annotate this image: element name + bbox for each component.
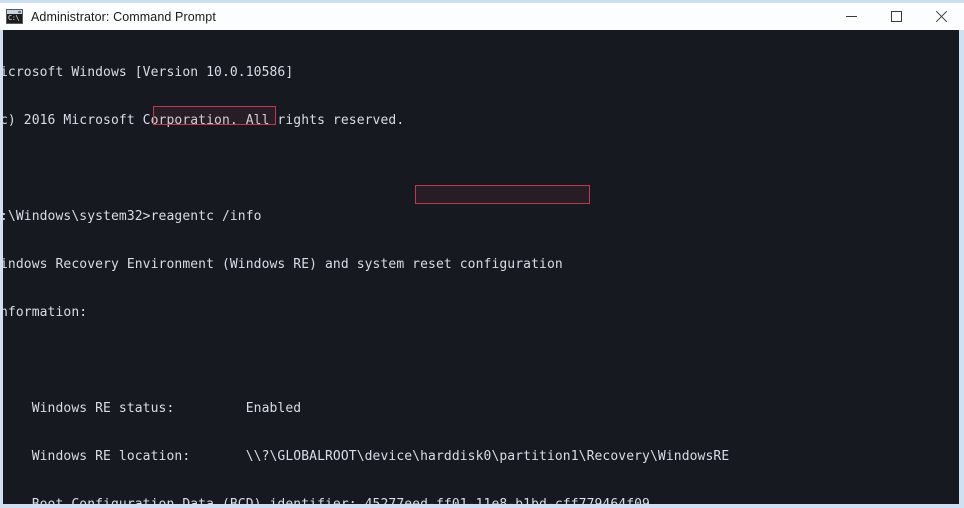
console-line-re-location: Windows RE location: \\?\GLOBALROOT\devi…	[3, 449, 730, 464]
title-bar[interactable]: C:\ Administrator: Command Prompt	[0, 0, 964, 30]
console-line-command: :\Windows\system32>reagentc /info	[3, 209, 262, 224]
cmd-console-icon: C:\	[6, 9, 23, 24]
console-text-block: icrosoft Windows [Version 10.0.10586] c)…	[3, 33, 729, 504]
command-prompt-window: C:\ Administrator: Command Prompt icroso…	[0, 0, 964, 508]
maximize-button[interactable]	[874, 3, 919, 30]
minimize-button[interactable]	[829, 3, 874, 30]
window-title: Administrator: Command Prompt	[31, 9, 216, 24]
cmd-icon-prompt-glyph: C:\	[8, 14, 20, 22]
console-frame: icrosoft Windows [Version 10.0.10586] c)…	[0, 30, 964, 508]
maximize-icon	[891, 11, 902, 22]
console-line: indows Recovery Environment (Windows RE)…	[3, 257, 563, 272]
minimize-icon	[846, 16, 857, 17]
console-line-re-status: Windows RE status: Enabled	[3, 401, 302, 416]
console-output-area[interactable]: icrosoft Windows [Version 10.0.10586] c)…	[3, 30, 959, 504]
close-button[interactable]	[919, 3, 964, 30]
close-icon	[935, 10, 948, 23]
console-line-bcd-identifier: Boot Configuration Data (BCD) identifier…	[3, 497, 729, 504]
console-line: icrosoft Windows [Version 10.0.10586]	[3, 65, 294, 80]
console-line: c) 2016 Microsoft Corporation. All right…	[3, 113, 405, 128]
window-controls	[829, 3, 964, 30]
console-line: nformation:	[3, 305, 88, 320]
title-bar-left: C:\ Administrator: Command Prompt	[0, 9, 829, 24]
